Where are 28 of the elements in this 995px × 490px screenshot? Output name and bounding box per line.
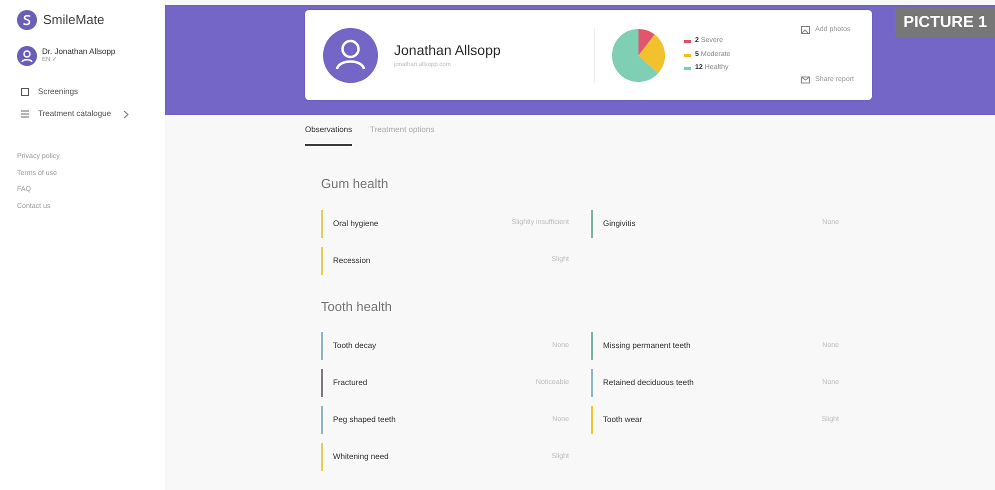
user-name: Dr. Jonathan Allsopp	[42, 47, 116, 56]
list-icon	[20, 109, 30, 119]
image-icon	[801, 26, 810, 34]
observation-label: Gingivitis	[603, 218, 636, 230]
avatar-icon	[17, 46, 37, 66]
tab[interactable]: Observations	[305, 124, 352, 146]
logo-icon	[17, 10, 37, 30]
document-icon	[20, 87, 30, 97]
observation-label: Whitening need	[333, 451, 389, 463]
brand-name: SmileMate	[43, 11, 104, 30]
figure-label: PICTURE 1	[895, 8, 995, 38]
observation-label: Recession	[333, 254, 370, 266]
observation-label: Tooth decay	[333, 340, 376, 352]
patient-name: Jonathan Allsopp	[394, 41, 502, 60]
observation-label: Retained deciduous teeth	[603, 377, 694, 389]
observation-label: Peg shaped teeth	[333, 414, 396, 426]
chevron-icon[interactable]	[123, 110, 130, 118]
section-title: Gum health	[321, 175, 390, 193]
envelope-icon	[801, 76, 810, 84]
observation-label: Tooth wear	[603, 414, 642, 426]
nav-link[interactable]: Treatment catalogue	[20, 108, 130, 120]
nav-link[interactable]: Screenings	[20, 86, 78, 98]
tab[interactable]: Treatment options	[370, 124, 434, 146]
observation-label: Oral hygiene	[333, 218, 378, 230]
section-title: Tooth health	[321, 298, 393, 316]
observation-label: Missing permanent teeth	[603, 340, 691, 352]
observation-label: Fractured	[333, 377, 368, 389]
avatar-icon	[323, 28, 378, 82]
